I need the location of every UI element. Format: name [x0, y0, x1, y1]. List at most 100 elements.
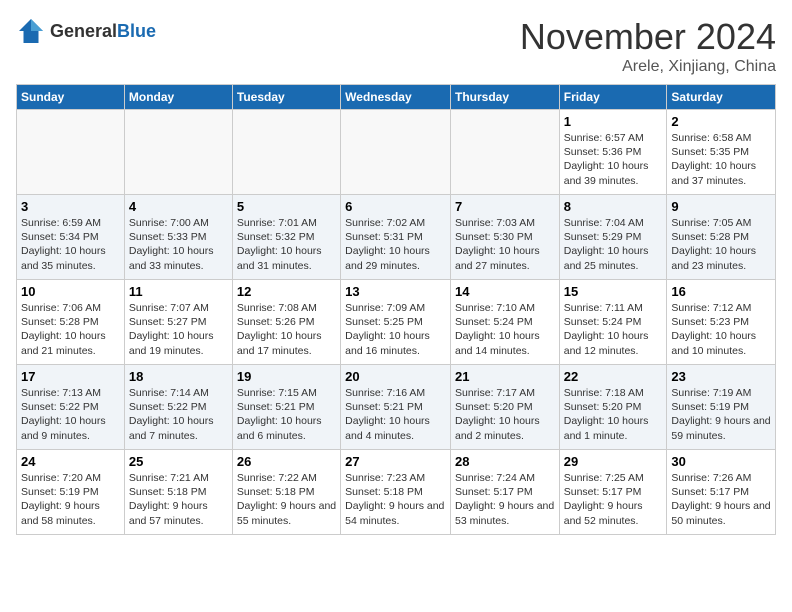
day-info: Sunrise: 7:00 AM Sunset: 5:33 PM Dayligh… [129, 216, 228, 273]
day-number: 22 [564, 369, 663, 384]
calendar-body: 1 Sunrise: 6:57 AM Sunset: 5:36 PM Daylig… [17, 110, 776, 535]
calendar-cell: 19 Sunrise: 7:15 AM Sunset: 5:21 PM Dayli… [232, 365, 340, 450]
day-number: 19 [237, 369, 336, 384]
calendar-cell: 21 Sunrise: 7:17 AM Sunset: 5:20 PM Dayli… [450, 365, 559, 450]
calendar-cell: 14Sunrise: 7:10 AM Sunset: 5:24 PM Dayli… [450, 280, 559, 365]
calendar-cell: 20 Sunrise: 7:16 AM Sunset: 5:21 PM Dayli… [341, 365, 451, 450]
title-block: November 2024 Arele, Xinjiang, China [520, 16, 776, 76]
day-info: Sunrise: 7:26 AM Sunset: 5:17 PM Dayligh… [671, 471, 771, 528]
day-info: Sunrise: 7:25 AM Sunset: 5:17 PM Dayligh… [564, 471, 663, 528]
calendar-cell: 10 Sunrise: 7:06 AM Sunset: 5:28 PM Dayli… [17, 280, 125, 365]
day-info: Sunrise: 7:22 AM Sunset: 5:18 PM Dayligh… [237, 471, 336, 528]
calendar-cell: 16 Sunrise: 7:12 AM Sunset: 5:23 PM Dayli… [667, 280, 776, 365]
calendar-cell: 4 Sunrise: 7:00 AM Sunset: 5:33 PM Daylig… [124, 195, 232, 280]
day-number: 15 [564, 284, 663, 299]
location-title: Arele, Xinjiang, China [520, 58, 776, 76]
day-number: 13 [345, 284, 446, 299]
calendar-cell: 1 Sunrise: 6:57 AM Sunset: 5:36 PM Daylig… [559, 110, 667, 195]
day-info: Sunrise: 7:03 AM Sunset: 5:30 PM Dayligh… [455, 216, 555, 273]
calendar-week-4: 17 Sunrise: 7:13 AM Sunset: 5:22 PM Dayli… [17, 365, 776, 450]
day-info: Sunrise: 7:05 AM Sunset: 5:28 PM Dayligh… [671, 216, 771, 273]
calendar-week-1: 1 Sunrise: 6:57 AM Sunset: 5:36 PM Daylig… [17, 110, 776, 195]
day-info: Sunrise: 7:02 AM Sunset: 5:31 PM Dayligh… [345, 216, 446, 273]
day-number: 23 [671, 369, 771, 384]
calendar-cell [124, 110, 232, 195]
day-number: 18 [129, 369, 228, 384]
weekday-tuesday: Tuesday [232, 85, 340, 110]
calendar-cell [232, 110, 340, 195]
day-info: Sunrise: 7:20 AM Sunset: 5:19 PM Dayligh… [21, 471, 120, 528]
day-number: 21 [455, 369, 555, 384]
day-number: 2 [671, 114, 771, 129]
day-info: Sunrise: 7:09 AM Sunset: 5:25 PM Dayligh… [345, 301, 446, 358]
day-number: 16 [671, 284, 771, 299]
logo-icon [16, 16, 46, 46]
day-info: Sunrise: 7:15 AM Sunset: 5:21 PM Dayligh… [237, 386, 336, 443]
day-info: Sunrise: 7:16 AM Sunset: 5:21 PM Dayligh… [345, 386, 446, 443]
day-number: 12 [237, 284, 336, 299]
calendar-cell: 18 Sunrise: 7:14 AM Sunset: 5:22 PM Dayli… [124, 365, 232, 450]
day-info: Sunrise: 6:59 AM Sunset: 5:34 PM Dayligh… [21, 216, 120, 273]
weekday-monday: Monday [124, 85, 232, 110]
day-info: Sunrise: 7:17 AM Sunset: 5:20 PM Dayligh… [455, 386, 555, 443]
day-number: 3 [21, 199, 120, 214]
day-number: 27 [345, 454, 446, 469]
day-info: Sunrise: 7:23 AM Sunset: 5:18 PM Dayligh… [345, 471, 446, 528]
calendar-cell: 24Sunrise: 7:20 AM Sunset: 5:19 PM Dayli… [17, 450, 125, 535]
day-number: 11 [129, 284, 228, 299]
calendar-cell: 8Sunrise: 7:04 AM Sunset: 5:29 PM Daylig… [559, 195, 667, 280]
day-number: 10 [21, 284, 120, 299]
day-number: 7 [455, 199, 555, 214]
day-info: Sunrise: 7:06 AM Sunset: 5:28 PM Dayligh… [21, 301, 120, 358]
calendar-cell: 7 Sunrise: 7:03 AM Sunset: 5:30 PM Daylig… [450, 195, 559, 280]
calendar-week-3: 10 Sunrise: 7:06 AM Sunset: 5:28 PM Dayli… [17, 280, 776, 365]
calendar-week-2: 3 Sunrise: 6:59 AM Sunset: 5:34 PM Daylig… [17, 195, 776, 280]
day-number: 4 [129, 199, 228, 214]
day-info: Sunrise: 7:08 AM Sunset: 5:26 PM Dayligh… [237, 301, 336, 358]
day-info: Sunrise: 6:57 AM Sunset: 5:36 PM Dayligh… [564, 131, 663, 188]
day-info: Sunrise: 7:13 AM Sunset: 5:22 PM Dayligh… [21, 386, 120, 443]
day-info: Sunrise: 7:10 AM Sunset: 5:24 PM Dayligh… [455, 301, 555, 358]
day-number: 28 [455, 454, 555, 469]
day-number: 9 [671, 199, 771, 214]
page-header: GeneralBlue November 2024 Arele, Xinjian… [16, 16, 776, 76]
day-info: Sunrise: 7:21 AM Sunset: 5:18 PM Dayligh… [129, 471, 228, 528]
calendar-cell [341, 110, 451, 195]
weekday-header-row: SundayMondayTuesdayWednesdayThursdayFrid… [17, 85, 776, 110]
calendar-cell: 25 Sunrise: 7:21 AM Sunset: 5:18 PM Dayli… [124, 450, 232, 535]
day-number: 5 [237, 199, 336, 214]
calendar-cell: 30 Sunrise: 7:26 AM Sunset: 5:17 PM Dayli… [667, 450, 776, 535]
day-number: 20 [345, 369, 446, 384]
day-number: 1 [564, 114, 663, 129]
logo: GeneralBlue [16, 16, 156, 46]
calendar-cell: 12 Sunrise: 7:08 AM Sunset: 5:26 PM Dayli… [232, 280, 340, 365]
weekday-wednesday: Wednesday [341, 85, 451, 110]
calendar-cell: 2Sunrise: 6:58 AM Sunset: 5:35 PM Daylig… [667, 110, 776, 195]
calendar-cell [450, 110, 559, 195]
weekday-sunday: Sunday [17, 85, 125, 110]
calendar-cell: 28 Sunrise: 7:24 AM Sunset: 5:17 PM Dayli… [450, 450, 559, 535]
day-number: 26 [237, 454, 336, 469]
day-info: Sunrise: 7:24 AM Sunset: 5:17 PM Dayligh… [455, 471, 555, 528]
day-info: Sunrise: 7:07 AM Sunset: 5:27 PM Dayligh… [129, 301, 228, 358]
day-number: 8 [564, 199, 663, 214]
day-number: 17 [21, 369, 120, 384]
calendar-cell: 27 Sunrise: 7:23 AM Sunset: 5:18 PM Dayli… [341, 450, 451, 535]
day-info: Sunrise: 7:12 AM Sunset: 5:23 PM Dayligh… [671, 301, 771, 358]
day-info: Sunrise: 7:11 AM Sunset: 5:24 PM Dayligh… [564, 301, 663, 358]
weekday-friday: Friday [559, 85, 667, 110]
calendar-cell: 13 Sunrise: 7:09 AM Sunset: 5:25 PM Dayli… [341, 280, 451, 365]
day-info: Sunrise: 7:01 AM Sunset: 5:32 PM Dayligh… [237, 216, 336, 273]
calendar-cell: 6Sunrise: 7:02 AM Sunset: 5:31 PM Daylig… [341, 195, 451, 280]
month-title: November 2024 [520, 16, 776, 58]
calendar-cell: 22Sunrise: 7:18 AM Sunset: 5:20 PM Dayli… [559, 365, 667, 450]
calendar-cell: 5 Sunrise: 7:01 AM Sunset: 5:32 PM Daylig… [232, 195, 340, 280]
day-number: 25 [129, 454, 228, 469]
day-info: Sunrise: 7:19 AM Sunset: 5:19 PM Dayligh… [671, 386, 771, 443]
weekday-saturday: Saturday [667, 85, 776, 110]
logo-text: GeneralBlue [50, 21, 156, 42]
calendar-cell: 15 Sunrise: 7:11 AM Sunset: 5:24 PM Dayli… [559, 280, 667, 365]
day-number: 30 [671, 454, 771, 469]
calendar-cell [17, 110, 125, 195]
day-info: Sunrise: 7:14 AM Sunset: 5:22 PM Dayligh… [129, 386, 228, 443]
